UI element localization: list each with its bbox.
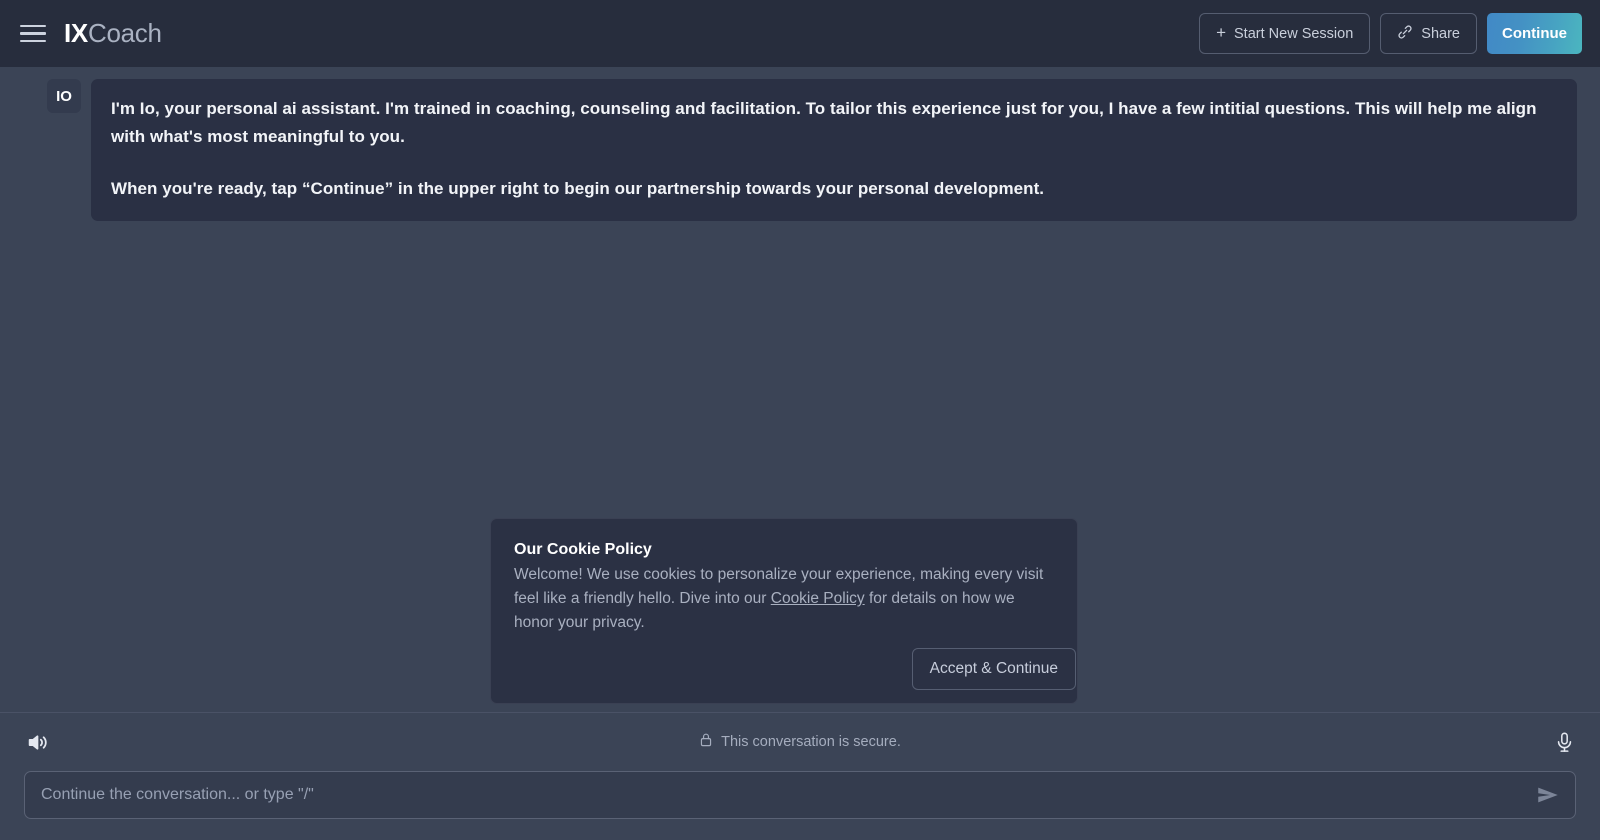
send-paper-plane-icon[interactable] — [1531, 778, 1565, 812]
composer-toolbar: This conversation is secure. — [0, 713, 1600, 771]
cookie-dialog-body: Welcome! We use cookies to personalize y… — [514, 563, 1053, 636]
link-icon — [1397, 24, 1413, 44]
secure-conversation-text: This conversation is secure. — [721, 734, 901, 750]
logo-text-primary: IX — [64, 18, 88, 48]
share-button[interactable]: Share — [1380, 13, 1477, 54]
chat-message: IO I'm Io, your personal ai assistant. I… — [0, 67, 1600, 222]
cookie-dialog-title: Our Cookie Policy — [514, 541, 652, 558]
message-paragraph: When you're ready, tap “Continue” in the… — [111, 179, 1045, 199]
start-new-session-button[interactable]: + Start New Session — [1199, 13, 1371, 54]
microphone-icon[interactable] — [1551, 729, 1578, 756]
hamburger-bar — [20, 32, 46, 35]
avatar: IO — [47, 79, 81, 113]
accept-and-continue-button[interactable]: Accept & Continue — [911, 648, 1076, 690]
message-paragraph: I'm Io, your personal ai assistant. I'm … — [111, 99, 1537, 146]
message-input[interactable] — [41, 772, 1527, 818]
composer-bar: This conversation is secure. — [0, 712, 1600, 840]
app-header: IX Coach + Start New Session Share Contin… — [0, 0, 1600, 67]
continue-button[interactable]: Continue — [1487, 13, 1582, 54]
hamburger-menu-icon[interactable] — [20, 21, 46, 47]
cookie-policy-link[interactable]: Cookie Policy — [771, 590, 865, 607]
cookie-dialog-actions: Accept & Continue — [911, 648, 1076, 690]
hamburger-bar — [20, 39, 46, 43]
speaker-volume-icon[interactable] — [24, 728, 53, 757]
cookie-policy-dialog: Our Cookie Policy Welcome! We use cookie… — [490, 518, 1078, 704]
message-composer[interactable] — [24, 771, 1576, 819]
hamburger-bar — [20, 24, 46, 28]
lock-icon — [699, 732, 713, 752]
secure-conversation-note: This conversation is secure. — [0, 713, 1600, 771]
start-new-session-label: Start New Session — [1234, 25, 1354, 42]
message-bubble: I'm Io, your personal ai assistant. I'm … — [91, 79, 1577, 222]
plus-icon: + — [1216, 23, 1227, 42]
logo-text-secondary: Coach — [87, 18, 162, 48]
share-label: Share — [1421, 25, 1460, 42]
app-logo[interactable]: IX Coach — [64, 18, 162, 49]
